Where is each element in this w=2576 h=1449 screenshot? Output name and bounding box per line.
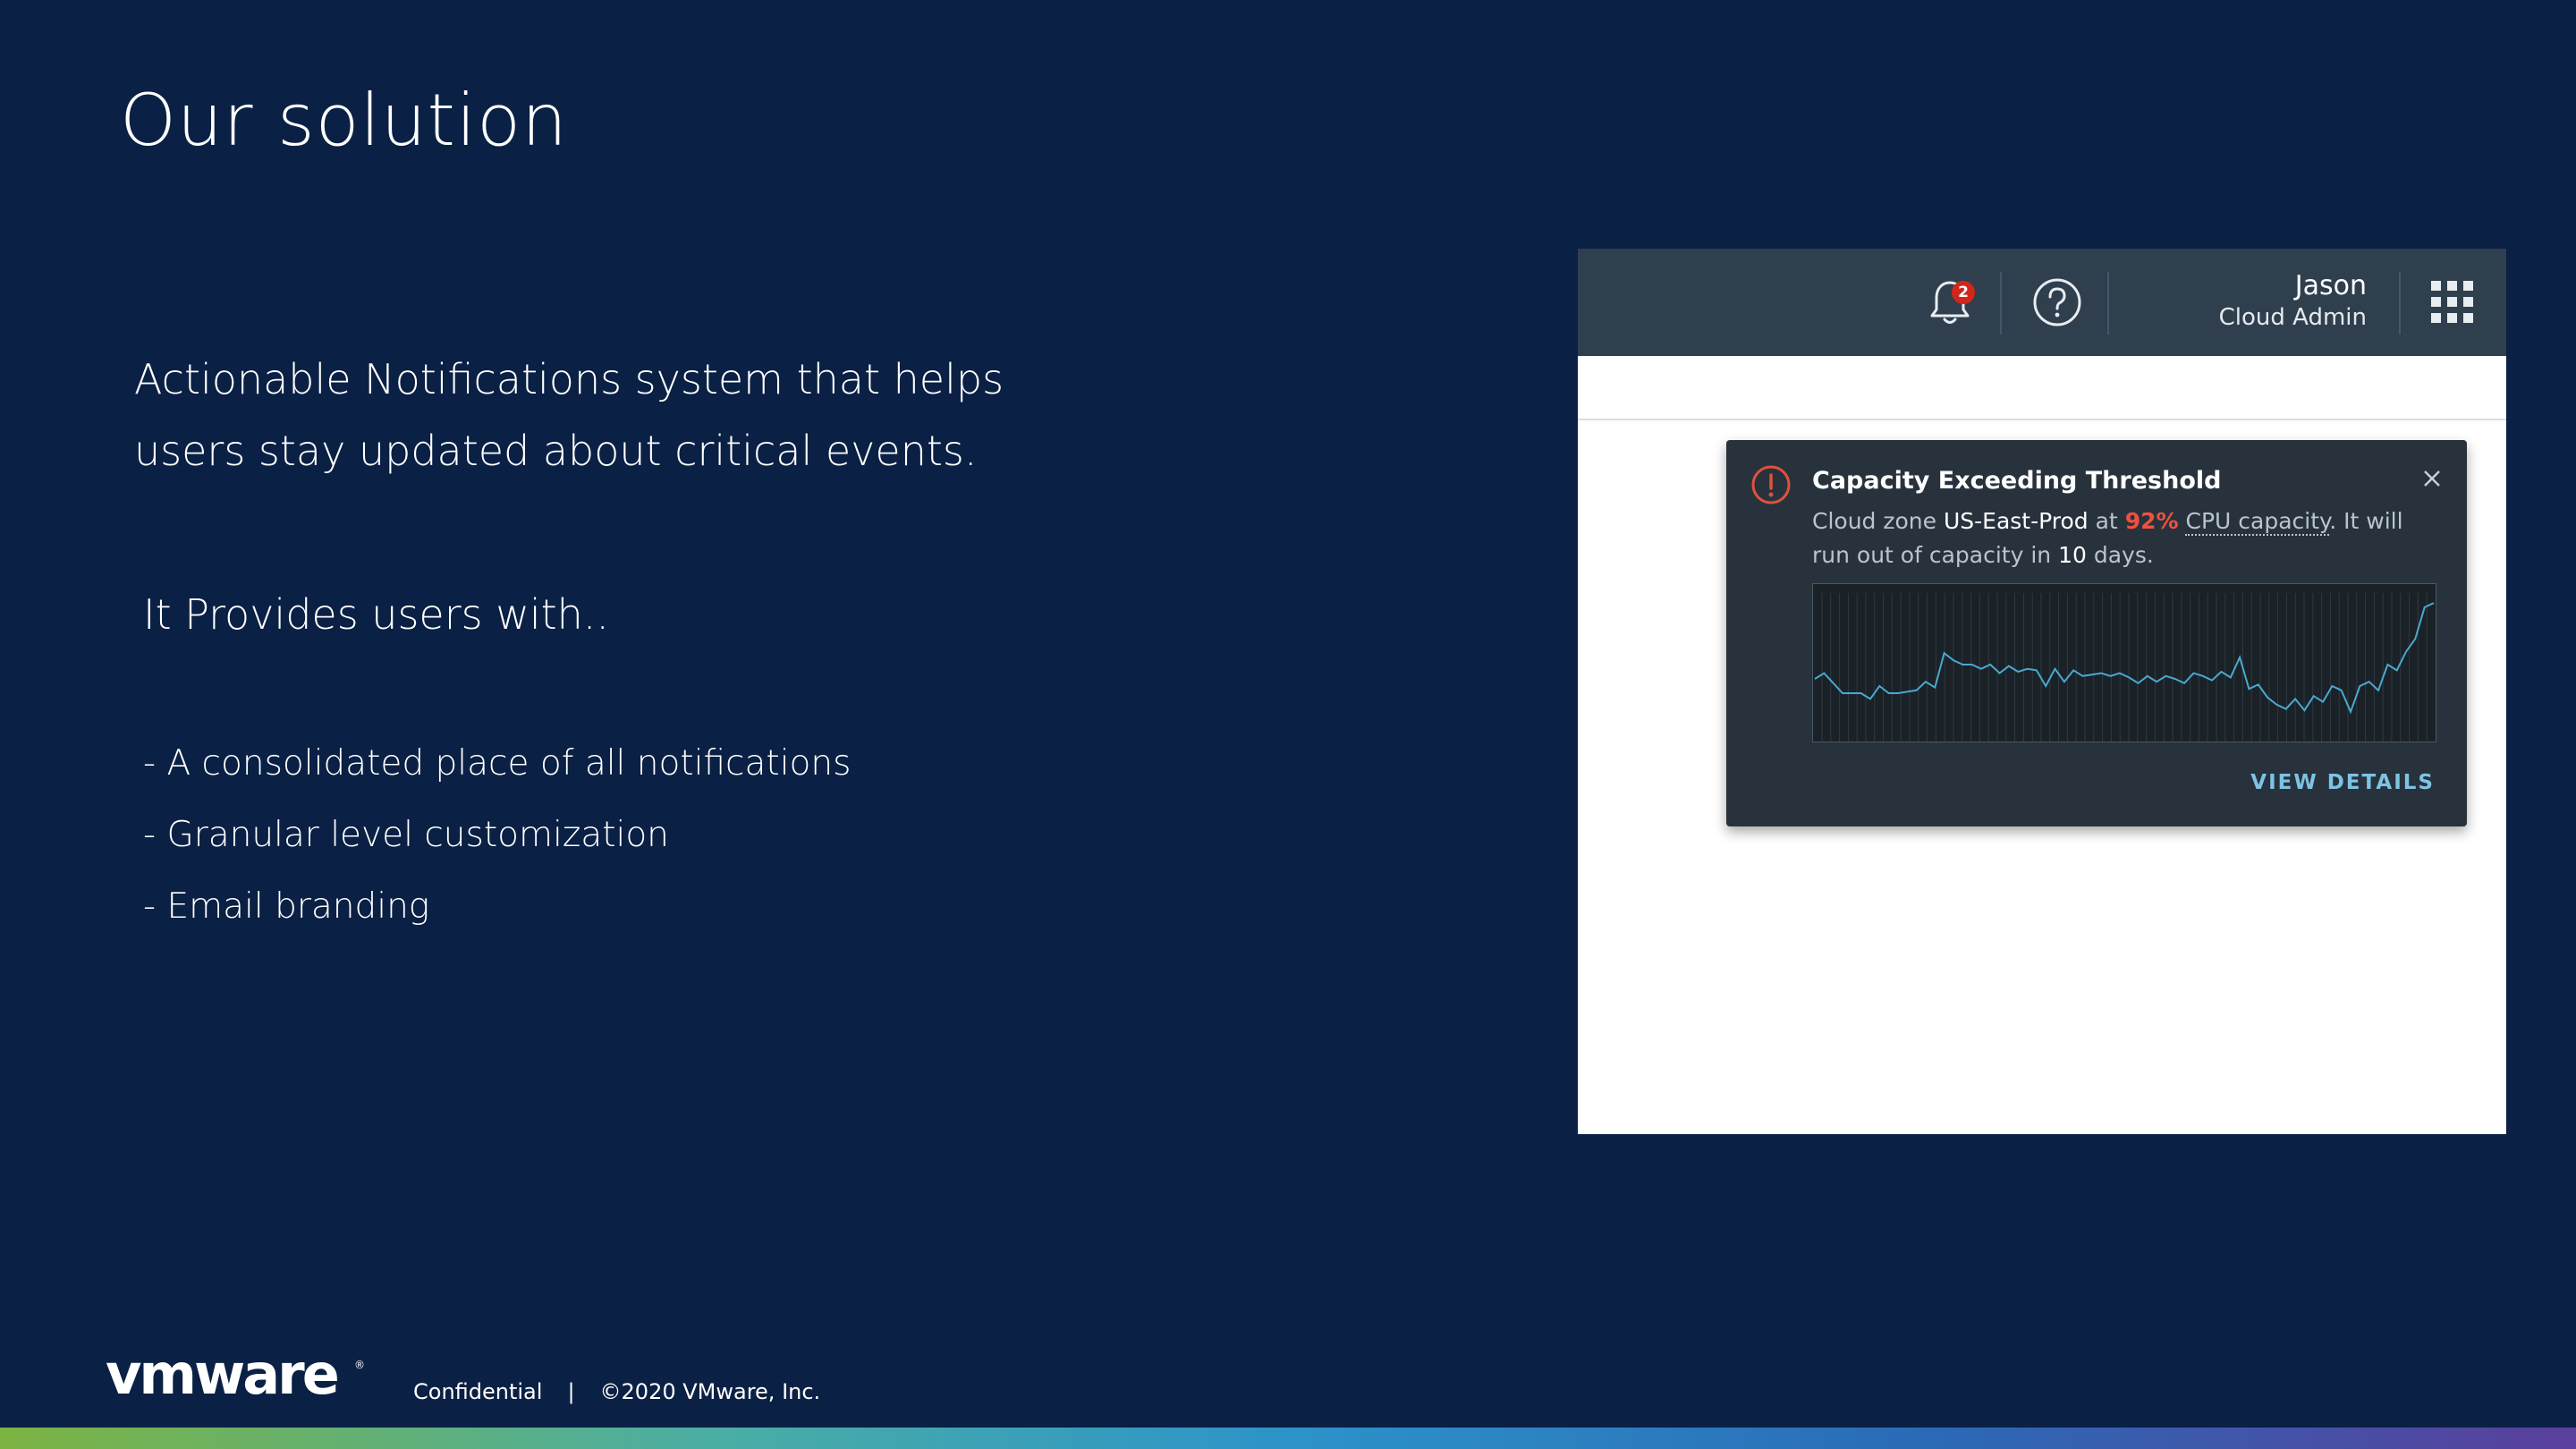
message-at: at [2095,508,2118,534]
days-count: 10 [2058,542,2087,568]
intro-line-1: Actionable Notifications system that hel… [134,355,1004,403]
metric-link[interactable]: CPU capacity [2185,508,2330,536]
notification-badge: 2 [1952,281,1975,304]
toast-message: Cloud zone US-East-Prod at 92% CPU capac… [1812,504,2438,572]
intro-text: Actionable Notifications system that hel… [134,343,1118,487]
intro-line-2: users stay updated about critical events… [134,427,978,475]
copyright: ©2020 VMware, Inc. [599,1379,821,1404]
message-suffix: days. [2093,542,2154,568]
user-role: Cloud Admin [2218,304,2367,331]
svg-text:vmware: vmware [106,1349,338,1402]
app-header: 2 Jason Cloud Admin [1578,249,2506,356]
zone-name: US-East-Prod [1943,508,2089,534]
help-icon[interactable] [2030,275,2084,329]
slide-title: Our solution [120,79,568,162]
app-subbar [1578,356,2506,420]
view-details-button[interactable]: VIEW DETAILS [2250,771,2435,794]
footer-separator: | [567,1379,575,1404]
feature-item: - Email branding [143,886,430,927]
feature-item: - Granular level customization [143,815,669,855]
header-divider [2107,272,2109,335]
header-divider [2000,272,2002,335]
feature-list: - A consolidated place of all notificati… [143,739,851,953]
app-mockup: 2 Jason Cloud Admin Capacity Exceeding T… [1578,249,2506,1134]
toast-title: Capacity Exceeding Threshold [1812,467,2222,495]
capacity-percent: 92% [2124,508,2179,534]
close-icon[interactable] [2419,465,2445,492]
apps-grid-icon[interactable] [2429,279,2476,326]
alert-icon [1751,465,1791,504]
svg-text:®: ® [354,1359,365,1371]
feature-item: - A consolidated place of all notificati… [143,743,852,784]
cpu-sparkline [1812,583,2436,742]
sparkline-series [1814,602,2435,715]
confidential-label: Confidential [413,1379,543,1404]
notification-toast: Capacity Exceeding Threshold Cloud zone … [1726,440,2467,826]
gradient-bar [0,1428,2576,1449]
user-name[interactable]: Jason [2295,270,2367,301]
header-divider [2399,272,2401,335]
message-prefix: Cloud zone [1812,508,1937,534]
vmware-logo: vmware ® [106,1349,365,1402]
footer-text: Confidential | ©2020 VMware, Inc. [413,1379,820,1404]
provides-heading: It Provides users with.. [143,590,610,639]
